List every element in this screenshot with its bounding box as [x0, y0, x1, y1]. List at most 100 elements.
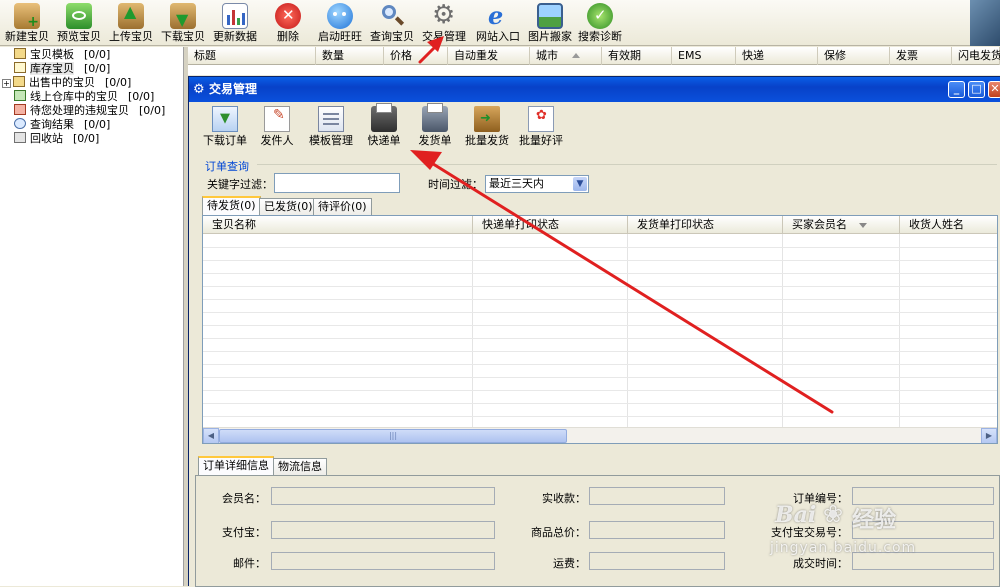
tab-order-details[interactable]: 订单详细信息 — [198, 456, 274, 476]
scrollbar-thumb[interactable]: ||| — [219, 429, 567, 443]
ie-icon: e — [488, 1, 504, 30]
template-management-button[interactable]: 模板管理 — [307, 104, 355, 150]
tree-item-templates[interactable]: 宝贝模板 [0/0] — [14, 48, 110, 62]
search-icon — [14, 118, 26, 129]
query-divider — [257, 164, 997, 165]
column-price[interactable]: 价格 — [384, 47, 448, 65]
wangwang-icon — [327, 3, 353, 29]
trade-management-button[interactable]: ⚙ 交易管理 — [420, 1, 468, 45]
update-data-button[interactable]: 更新数据 — [212, 1, 258, 45]
express-print-icon — [371, 103, 397, 132]
download-item-button[interactable]: ▼ 下载宝贝 — [160, 1, 206, 45]
goods-total-field[interactable] — [589, 521, 725, 539]
grid-row-line — [203, 299, 997, 300]
image-move-button[interactable]: 图片搬家 — [526, 1, 574, 45]
column-auto-relist[interactable]: 自动重发 — [448, 47, 530, 65]
column-flash-ship[interactable]: 闪电发货 — [952, 47, 1000, 65]
tab-pending-shipment[interactable]: 待发货(0) — [202, 196, 261, 216]
member-name-field[interactable] — [271, 487, 495, 505]
folder-icon — [14, 48, 26, 59]
diagnose-icon: ✓ — [587, 3, 613, 29]
keyword-filter-input[interactable] — [274, 173, 400, 193]
maximize-button[interactable]: □ — [968, 81, 985, 98]
column-title[interactable]: 标题 — [188, 47, 316, 65]
tab-shipped[interactable]: 已发货(0) — [259, 198, 318, 216]
batch-ship-button[interactable]: ➜ 批量发货 — [463, 104, 511, 150]
download-icon: ▼ — [170, 3, 196, 29]
tree-item-warehouse[interactable]: 线上仓库中的宝贝 [0/0] — [14, 90, 154, 104]
dialog-titlebar[interactable]: ⚙ 交易管理 _ □ ✕ — [189, 77, 1000, 102]
preview-item-button[interactable]: 预览宝贝 — [56, 1, 102, 45]
column-city[interactable]: 城市 — [530, 47, 602, 65]
grid-row-line — [203, 403, 997, 404]
upload-item-button[interactable]: ▲ 上传宝贝 — [108, 1, 154, 45]
column-validity[interactable]: 有效期 — [602, 47, 672, 65]
order-detail-panel: 会员名： 支付宝： 邮件： 实收款： 商品总价： 运费： 订单编号： 支付宝交易… — [195, 475, 1000, 587]
alipay-trade-no-label: 支付宝交易号： — [771, 526, 848, 539]
column-ems[interactable]: EMS — [672, 47, 736, 65]
website-entry-button[interactable]: e 网站入口 — [474, 1, 522, 45]
grid-row-line — [203, 377, 997, 378]
download-order-button[interactable]: ▼ 下载订单 — [201, 104, 249, 150]
shipping-fee-field[interactable] — [589, 552, 725, 570]
batch-review-button[interactable]: ✿ 批量好评 — [517, 104, 565, 150]
tree-item-recycle-bin[interactable]: 回收站 [0/0] — [14, 132, 99, 146]
amount-received-label: 实收款： — [542, 492, 586, 505]
sender-icon: ✎ — [264, 106, 290, 132]
deal-time-field[interactable] — [852, 552, 994, 570]
search-diagnose-button[interactable]: ✓ 搜索诊断 — [576, 1, 624, 45]
tree-item-violations[interactable]: 待您处理的违规宝贝 [0/0] — [14, 104, 165, 118]
express-slip-button[interactable]: 快递单 — [363, 103, 405, 150]
sort-up-icon — [572, 53, 580, 58]
tab-logistics[interactable]: 物流信息 — [273, 458, 327, 476]
delete-button[interactable]: ✕ 删除 — [266, 1, 310, 45]
grid-col-express-print[interactable]: 快递单打印状态 — [473, 216, 628, 234]
column-warranty[interactable]: 保修 — [818, 47, 890, 65]
column-quantity[interactable]: 数量 — [316, 47, 384, 65]
time-filter-select[interactable]: 最近三天内 ▼ — [485, 175, 589, 193]
tree-item-inventory[interactable]: 库存宝贝 [0/0] — [14, 62, 110, 76]
grid-col-receiver[interactable]: 收货人姓名 — [900, 216, 997, 234]
grid-row-line — [203, 286, 997, 287]
preview-icon — [66, 3, 92, 29]
grid-divider — [472, 234, 473, 428]
search-item-button[interactable]: 查询宝贝 — [368, 1, 416, 45]
gear-icon: ⚙ — [432, 0, 456, 30]
order-grid: 宝贝名称 快递单打印状态 发货单打印状态 买家会员名 收货人姓名 ◀ ||| ▶ — [202, 215, 998, 444]
order-number-field[interactable] — [852, 487, 994, 505]
sender-button[interactable]: ✎ 发件人 — [257, 104, 297, 150]
column-invoice[interactable]: 发票 — [890, 47, 952, 65]
invoice-slip-button[interactable]: 发货单 — [415, 103, 455, 150]
category-tree: 宝贝模板 [0/0] 库存宝贝 [0/0] + 出售中的宝贝 [0/0] 线上仓库中的宝… — [0, 47, 184, 586]
grid-col-invoice-print[interactable]: 发货单打印状态 — [628, 216, 783, 234]
item-list-header: 标题 数量 价格 自动重发 城市 有效期 EMS 快递 保修 发票 闪电发货 — [188, 47, 1000, 65]
item-list-body[interactable] — [188, 65, 1000, 75]
alipay-field[interactable] — [271, 521, 495, 539]
grid-row-line — [203, 416, 997, 417]
scroll-left-icon[interactable]: ◀ — [203, 428, 219, 443]
minimize-button[interactable]: _ — [948, 81, 965, 98]
goods-total-label: 商品总价： — [531, 526, 586, 539]
grid-col-buyer[interactable]: 买家会员名 — [783, 216, 900, 234]
grid-col-item-name[interactable]: 宝贝名称 — [203, 216, 473, 234]
alipay-label: 支付宝： — [222, 526, 266, 539]
close-button[interactable]: ✕ — [988, 81, 1000, 98]
tab-pending-review[interactable]: 待评价(0) — [313, 198, 372, 216]
expand-icon[interactable]: + — [2, 79, 11, 88]
shipping-fee-label: 运费： — [553, 557, 586, 570]
launch-wangwang-button[interactable]: 启动旺旺 — [316, 1, 364, 45]
folder-icon — [14, 90, 26, 101]
alipay-trade-no-field[interactable] — [852, 521, 994, 539]
new-item-button[interactable]: + 新建宝贝 — [4, 1, 50, 45]
dialog-title: 交易管理 — [209, 82, 258, 96]
column-express[interactable]: 快递 — [736, 47, 818, 65]
email-field[interactable] — [271, 552, 495, 570]
amount-received-field[interactable] — [589, 487, 725, 505]
tree-item-search-results[interactable]: 查询结果 [0/0] — [14, 118, 110, 132]
horizontal-scrollbar[interactable]: ◀ ||| ▶ — [203, 427, 997, 443]
tree-item-on-sale[interactable]: + 出售中的宝贝 [0/0] — [2, 76, 131, 90]
trade-management-dialog: ⚙ 交易管理 _ □ ✕ ▼ 下载订单 ✎ 发件人 模板管理 快递单 发货单 ➜… — [188, 76, 1000, 587]
grid-row-line — [203, 390, 997, 391]
scroll-right-icon[interactable]: ▶ — [981, 428, 997, 443]
grid-row-line — [203, 325, 997, 326]
